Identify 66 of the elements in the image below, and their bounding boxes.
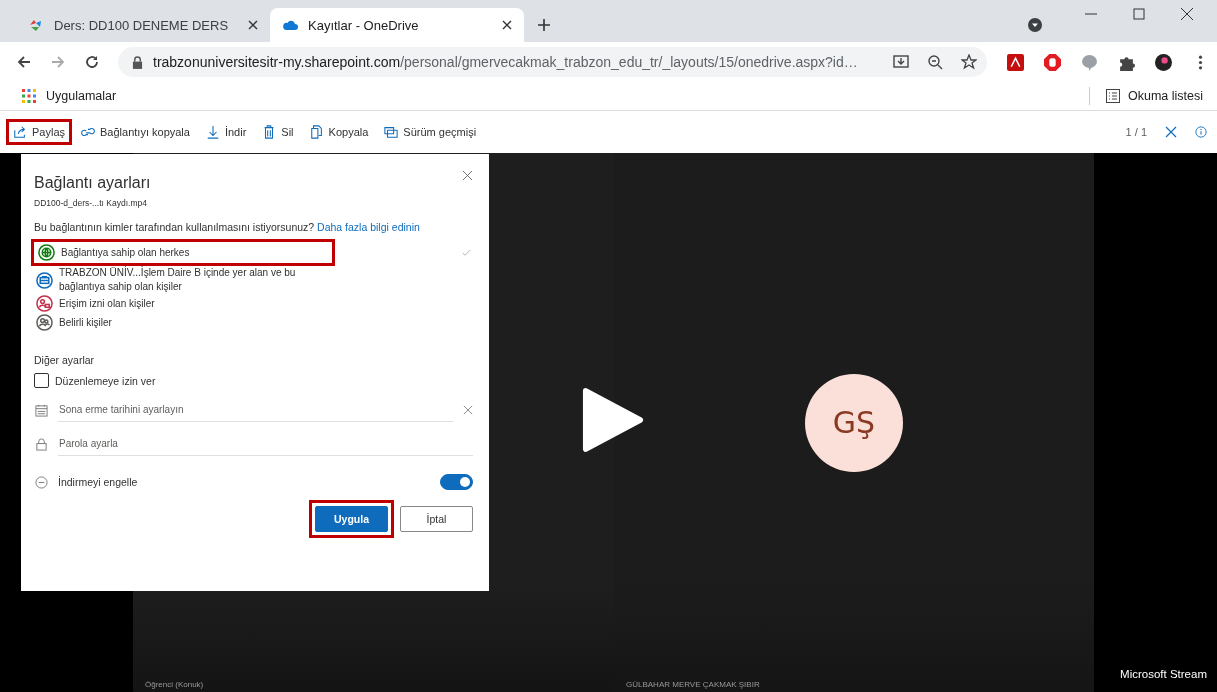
profile-avatar-icon[interactable] [1155,53,1172,71]
clear-icon[interactable] [463,405,473,415]
file-name: DD100-d_ders-...tı Kaydı.mp4 [34,198,148,208]
browser-tab[interactable]: Kayıtlar - OneDrive [270,8,524,42]
close-icon[interactable] [502,20,512,30]
browser-tab[interactable]: Ders: DD100 DENEME DERS [16,8,270,42]
expiry-date-field[interactable]: Sona erme tarihini ayarlayın [58,398,453,422]
toolbar-button[interactable]: Paylaş [13,125,66,139]
access-option[interactable]: TRABZON ÜNİV...İşlem Daire B içinde yer alan ve bu bağlantıya sahip olan kişiler [34,266,473,294]
access-option[interactable]: Belirli kişiler [34,313,473,332]
participant-caption: GÜLBAHAR MERVE ÇAKMAK ŞIBIR [626,680,760,689]
link-icon [81,125,96,139]
cancel-button[interactable]: İptal [400,506,473,532]
share-icon [13,125,27,139]
info-icon[interactable] [1195,126,1207,138]
copy-icon [309,125,324,139]
reading-list-link[interactable]: Okuma listesi [1127,89,1203,103]
install-icon[interactable] [893,54,909,70]
pdf-icon[interactable] [1007,53,1024,71]
play-icon[interactable] [582,386,644,454]
block-icon [35,475,48,489]
reload-icon[interactable] [84,54,100,70]
checkbox-label: Düzenlemeye izin ver [55,374,156,387]
close-icon[interactable] [1181,8,1193,20]
lock-icon [35,437,48,451]
back-arrow-icon[interactable] [16,54,32,70]
check-icon [462,248,471,257]
section-heading: Diğer ayarlar [34,354,96,366]
dialog-title: Bağlantı ayarları [34,174,151,192]
download-icon [205,125,220,139]
toggle-switch[interactable] [440,474,473,490]
toolbar-button[interactable]: Sil [262,125,294,139]
learn-more-link[interactable]: Daha fazla bilgi edinin [317,221,420,233]
address-field[interactable]: trabzonuniversitesitr-my.sharepoint.com/personal/gmervecakmak_trabzon_edu_tr/_layouts/15/onedrive.aspx?id… [118,47,987,77]
close-icon[interactable] [248,20,258,30]
access-option[interactable]: Bağlantıya sahip olan herkes [34,239,473,266]
speech-bubble-icon[interactable] [1081,53,1098,71]
maximize-icon[interactable] [1133,8,1145,20]
participant-avatar: GŞ [805,373,903,472]
brand-label: Microsoft Stream [1120,668,1207,680]
checkbox[interactable] [34,373,49,388]
toolbar-button[interactable]: Bağlantıyı kopyala [81,125,190,139]
lock-icon [132,55,143,69]
access-option[interactable]: Erişim izni olan kişiler [34,294,473,313]
list-icon[interactable] [1105,89,1120,103]
star-icon[interactable] [961,54,977,70]
question-text: Bu bağlantının kimler tarafından kullanılmasını istiyorsunuz? Daha fazla bilgi edinin [34,221,421,233]
close-icon[interactable] [1165,126,1177,138]
page-counter: 1 / 1 [1125,126,1147,138]
stacked-windows-icon [384,125,399,139]
apps-grid-icon[interactable] [22,89,36,103]
highlight-frame: Bağlantıya sahip olan herkes [31,239,335,266]
dropdown-icon[interactable] [1027,17,1043,33]
toggle-label: İndirmeyi engelle [58,476,139,488]
plus-icon[interactable] [538,19,550,31]
participant-caption: Öğrenci (Konuk) [145,680,204,689]
toolbar-button[interactable]: Kopyala [309,125,369,139]
url-text: trabzonuniversitesitr-my.sharepoint.com/personal/gmervecakmak_trabzon_edu_tr/_layouts/15/onedrive.aspx?id… [153,54,858,70]
toolbar-button[interactable]: İndir [205,125,247,139]
toolbar-button[interactable]: Sürüm geçmişi [384,125,477,139]
bookmark-link[interactable]: Uygulamalar [46,89,117,103]
password-field[interactable]: Parola ayarla [58,432,473,456]
calendar-icon [35,403,48,417]
apply-button[interactable]: Uygula [315,506,388,532]
zoom-out-icon[interactable] [927,54,943,70]
hand-stop-icon[interactable] [1044,53,1061,71]
